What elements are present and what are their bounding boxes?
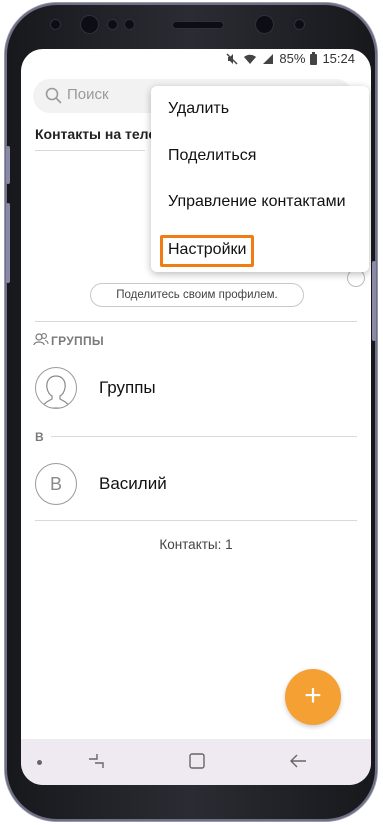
menu-item-manage-contacts[interactable]: Управление контактами [168,193,346,211]
groups-item-label: Группы [99,378,156,397]
share-profile-button[interactable]: Поделитесь своим профилем. [90,283,304,307]
signal-icon [263,53,274,64]
recent-apps-icon[interactable] [87,752,105,770]
divider [51,436,357,437]
add-contact-button[interactable]: + [285,669,341,725]
section-title: Контакты на теле [35,126,157,142]
light-sensor [125,20,134,29]
screen: 85% 15:24 Поиск Контакты на теле Поделит… [21,49,371,785]
groups-header: ГРУППЫ [51,334,104,348]
status-bar: 85% 15:24 [21,49,371,69]
person-silhouette-icon [41,375,71,408]
divider [35,321,357,322]
search-placeholder: Поиск [67,86,109,103]
contact-initial: В [49,474,62,494]
divider [35,520,357,521]
battery-percent: 85% [279,51,306,66]
clock: 15:24 [322,51,355,66]
title-divider [35,150,145,151]
menu-item-share[interactable]: Поделиться [168,147,256,165]
back-icon[interactable] [289,752,307,770]
groups-header-icon [33,333,49,346]
speaker-grille [173,22,223,28]
nav-dot-icon[interactable] [37,760,42,765]
navigation-bar [21,739,371,785]
battery-icon [310,52,318,65]
bixby-button [6,203,10,283]
volume-button [6,146,10,184]
contact-avatar: В [35,463,77,505]
groups-avatar [35,367,77,409]
wifi-icon [244,54,257,64]
alpha-index-label: В [35,430,44,444]
mute-icon [226,53,238,64]
search-icon [45,87,62,104]
power-button [372,261,376,341]
contacts-count: Контакты: 1 [159,537,233,552]
menu-item-delete[interactable]: Удалить [168,100,229,118]
settings-highlight-frame [160,235,254,267]
front-sensor [51,20,60,29]
front-camera [256,16,273,33]
phone-frame: 85% 15:24 Поиск Контакты на теле Поделит… [5,3,377,821]
iris-camera [81,16,98,33]
contact-name: Василий [99,474,167,493]
home-icon[interactable] [188,752,206,770]
sensor-dot [295,20,304,29]
proximity-sensor [108,20,117,29]
